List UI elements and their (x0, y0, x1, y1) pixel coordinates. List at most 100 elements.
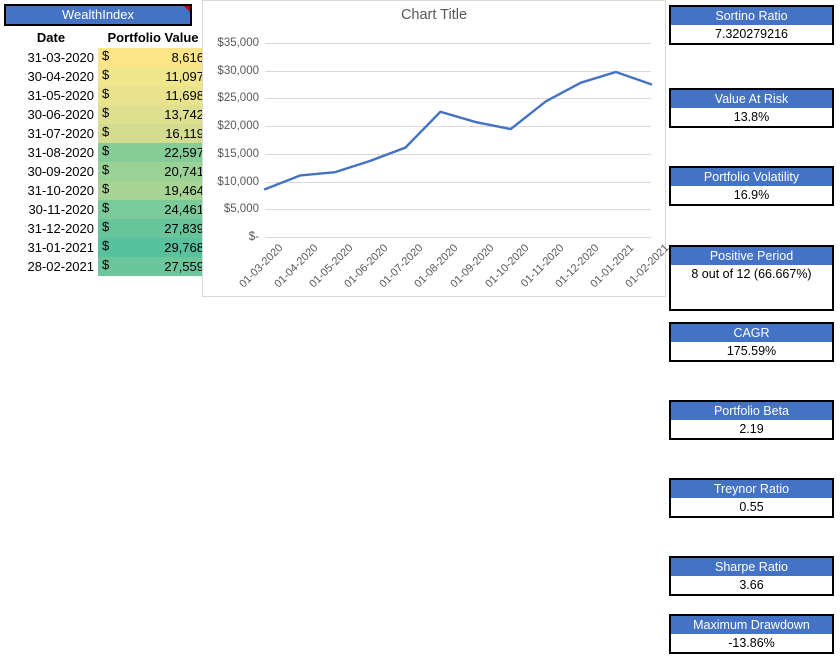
y-axis-tick-label: $15,000 (217, 147, 259, 160)
table-row: 31-01-2021 $29,768 (4, 238, 208, 257)
table-row: 28-02-2021 $27,559 (4, 257, 208, 276)
metric-value: 16.9% (671, 186, 832, 204)
metric-card-sharpe-ratio[interactable]: Sharpe Ratio 3.66 (669, 556, 834, 596)
metric-card-sortino-ratio[interactable]: Sortino Ratio 7.320279216 (669, 5, 834, 45)
wealth-index-chart[interactable]: Chart Title $35,000 $30,000 $25,000 $20,000… (202, 0, 671, 297)
cell-portfolio-value: $8,616 (98, 48, 208, 67)
cell-date: 31-01-2021 (4, 238, 98, 257)
wealth-index-title: WealthIndex (61, 7, 135, 22)
y-axis-tick-label: $20,000 (217, 120, 259, 133)
y-axis-tick-label: $30,000 (217, 64, 259, 77)
wealth-index-title-bar: WealthIndex (4, 4, 192, 26)
table-row: 30-06-2020 $13,742 (4, 105, 208, 124)
metric-card-positive-period[interactable]: Positive Period 8 out of 12 (66.667%) (669, 245, 834, 311)
currency-symbol: $ (102, 48, 110, 63)
column-header-portfolio-value: Portfolio Value (107, 29, 199, 45)
metric-value: 2.19 (671, 420, 832, 438)
metric-card-maximum-drawdown[interactable]: Maximum Drawdown -13.86% (669, 614, 834, 654)
currency-symbol: $ (102, 200, 110, 215)
cell-portfolio-value: $19,464 (98, 181, 208, 200)
cell-date: 30-09-2020 (4, 162, 98, 181)
cell-portfolio-value: $29,768 (98, 238, 208, 257)
y-axis-tick-label: $25,000 (217, 92, 259, 105)
cell-date: 30-04-2020 (4, 67, 98, 86)
cell-date: 31-12-2020 (4, 219, 98, 238)
cell-date: 31-10-2020 (4, 181, 98, 200)
currency-symbol: $ (102, 67, 110, 82)
value-text: 19,464 (164, 183, 204, 198)
currency-symbol: $ (102, 162, 110, 177)
table-row: 31-03-2020 $8,616 (4, 48, 208, 67)
value-text: 24,461 (164, 202, 204, 217)
metric-card-portfolio-beta[interactable]: Portfolio Beta 2.19 (669, 400, 834, 440)
metric-value: -13.86% (671, 634, 832, 652)
table-row: 31-12-2020 $27,839 (4, 219, 208, 238)
currency-symbol: $ (102, 238, 110, 253)
cell-portfolio-value: $20,741 (98, 162, 208, 181)
cell-portfolio-value: $13,742 (98, 105, 208, 124)
table-row: 31-05-2020 $11,698 (4, 86, 208, 105)
metric-card-treynor-ratio[interactable]: Treynor Ratio 0.55 (669, 478, 834, 518)
currency-symbol: $ (102, 124, 110, 139)
table-row: 31-10-2020 $19,464 (4, 181, 208, 200)
cell-date: 31-08-2020 (4, 143, 98, 162)
value-text: 27,559 (164, 259, 204, 274)
currency-symbol: $ (102, 86, 110, 101)
value-text: 29,768 (164, 240, 204, 255)
table-row: 31-07-2020 $16,119 (4, 124, 208, 143)
cell-portfolio-value: $22,597 (98, 143, 208, 162)
metric-card-portfolio-volatility[interactable]: Portfolio Volatility 16.9% (669, 166, 834, 206)
table-row: 31-08-2020 $22,597 (4, 143, 208, 162)
value-text: 13,742 (164, 107, 204, 122)
value-text: 8,616 (171, 50, 204, 65)
cell-date: 31-07-2020 (4, 124, 98, 143)
table-body: 31-03-2020 $8,616 30-04-2020 $11,097 31-05-2… (4, 48, 208, 276)
value-text: 11,698 (165, 88, 204, 103)
cell-portfolio-value: $11,097 (98, 67, 208, 86)
y-axis-tick-label: $10,000 (217, 175, 259, 188)
value-text: 11,097 (165, 69, 204, 84)
value-text: 20,741 (164, 164, 204, 179)
table-header-row: Date Portfolio Value (4, 27, 208, 48)
metric-card-cagr[interactable]: CAGR 175.59% (669, 322, 834, 362)
gridline (265, 237, 651, 238)
currency-symbol: $ (102, 143, 110, 158)
value-text: 22,597 (164, 145, 204, 160)
table-row: 30-11-2020 $24,461 (4, 200, 208, 219)
metric-label: Portfolio Volatility (671, 168, 832, 186)
chart-title: Chart Title (400, 7, 468, 23)
wealth-index-table: WealthIndex Date Portfolio Value 31-03-2… (4, 4, 208, 276)
comment-indicator-icon[interactable] (184, 6, 190, 12)
metric-value: 7.320279216 (671, 25, 832, 43)
value-text: 27,839 (164, 221, 204, 236)
cell-date: 28-02-2021 (4, 257, 98, 276)
cell-date: 30-06-2020 (4, 105, 98, 124)
cell-portfolio-value: $27,839 (98, 219, 208, 238)
chart-plot-area: $35,000 $30,000 $25,000 $20,000 $15,000 $10,0… (217, 37, 671, 290)
cell-date: 31-03-2020 (4, 48, 98, 67)
cell-portfolio-value: $27,559 (98, 257, 208, 276)
metric-value: 175.59% (671, 342, 832, 360)
metric-label: Value At Risk (671, 90, 832, 108)
value-text: 16,119 (165, 126, 204, 141)
column-header-date: Date (36, 29, 66, 45)
metric-label: Positive Period (671, 247, 832, 265)
metric-value: 13.8% (671, 108, 832, 126)
metric-label: Portfolio Beta (671, 402, 832, 420)
cell-portfolio-value: $24,461 (98, 200, 208, 219)
y-axis-tick-label: $5,000 (223, 203, 259, 216)
chart-series-line (265, 43, 651, 237)
metric-label: Sharpe Ratio (671, 558, 832, 576)
portfolio-value-table: Date Portfolio Value 31-03-2020 $8,616 30-… (4, 27, 208, 276)
metric-label: Sortino Ratio (671, 7, 832, 25)
y-axis-tick-label: $35,000 (217, 37, 259, 49)
table-row: 30-04-2020 $11,097 (4, 67, 208, 86)
metric-card-value-at-risk[interactable]: Value At Risk 13.8% (669, 88, 834, 128)
metric-value: 8 out of 12 (66.667%) (671, 265, 832, 309)
metric-value: 0.55 (671, 498, 832, 516)
cell-portfolio-value: $11,698 (98, 86, 208, 105)
currency-symbol: $ (102, 181, 110, 196)
currency-symbol: $ (102, 219, 110, 234)
metric-value: 3.66 (671, 576, 832, 594)
table-row: 30-09-2020 $20,741 (4, 162, 208, 181)
